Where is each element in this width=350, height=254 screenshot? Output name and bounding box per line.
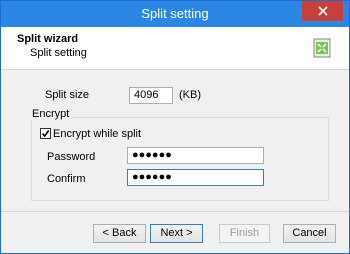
encrypt-group-label: Encrypt bbox=[30, 108, 72, 120]
split-size-unit: (KB) bbox=[179, 89, 201, 101]
next-button[interactable]: Next > bbox=[150, 224, 203, 243]
checkmark-icon bbox=[41, 130, 50, 138]
split-size-input[interactable]: 4096 bbox=[129, 87, 173, 104]
back-button[interactable]: < Back bbox=[93, 224, 146, 243]
split-size-label: Split size bbox=[45, 89, 90, 101]
cancel-button[interactable]: Cancel bbox=[283, 224, 336, 243]
close-button[interactable] bbox=[302, 1, 343, 21]
header-subtitle: Split setting bbox=[30, 47, 87, 59]
button-separator bbox=[1, 211, 349, 212]
title-bar[interactable]: Split setting bbox=[1, 1, 349, 27]
wizard-header: Split wizard Split setting bbox=[1, 27, 349, 70]
close-icon bbox=[317, 6, 328, 16]
wizard-icon bbox=[313, 38, 331, 58]
password-label: Password bbox=[47, 151, 96, 163]
encrypt-checkbox[interactable] bbox=[40, 128, 51, 139]
password-field[interactable]: ●●●●●● bbox=[127, 147, 264, 164]
header-title: Split wizard bbox=[17, 33, 79, 45]
split-setting-window: Split setting Split wizard Split setting… bbox=[0, 0, 350, 254]
window-title: Split setting bbox=[141, 6, 209, 21]
confirm-label: Confirm bbox=[47, 173, 86, 185]
confirm-password-field[interactable]: ●●●●●● bbox=[127, 169, 264, 186]
finish-button[interactable]: Finish bbox=[219, 224, 270, 243]
encrypt-checkbox-label[interactable]: Encrypt while split bbox=[53, 128, 141, 140]
